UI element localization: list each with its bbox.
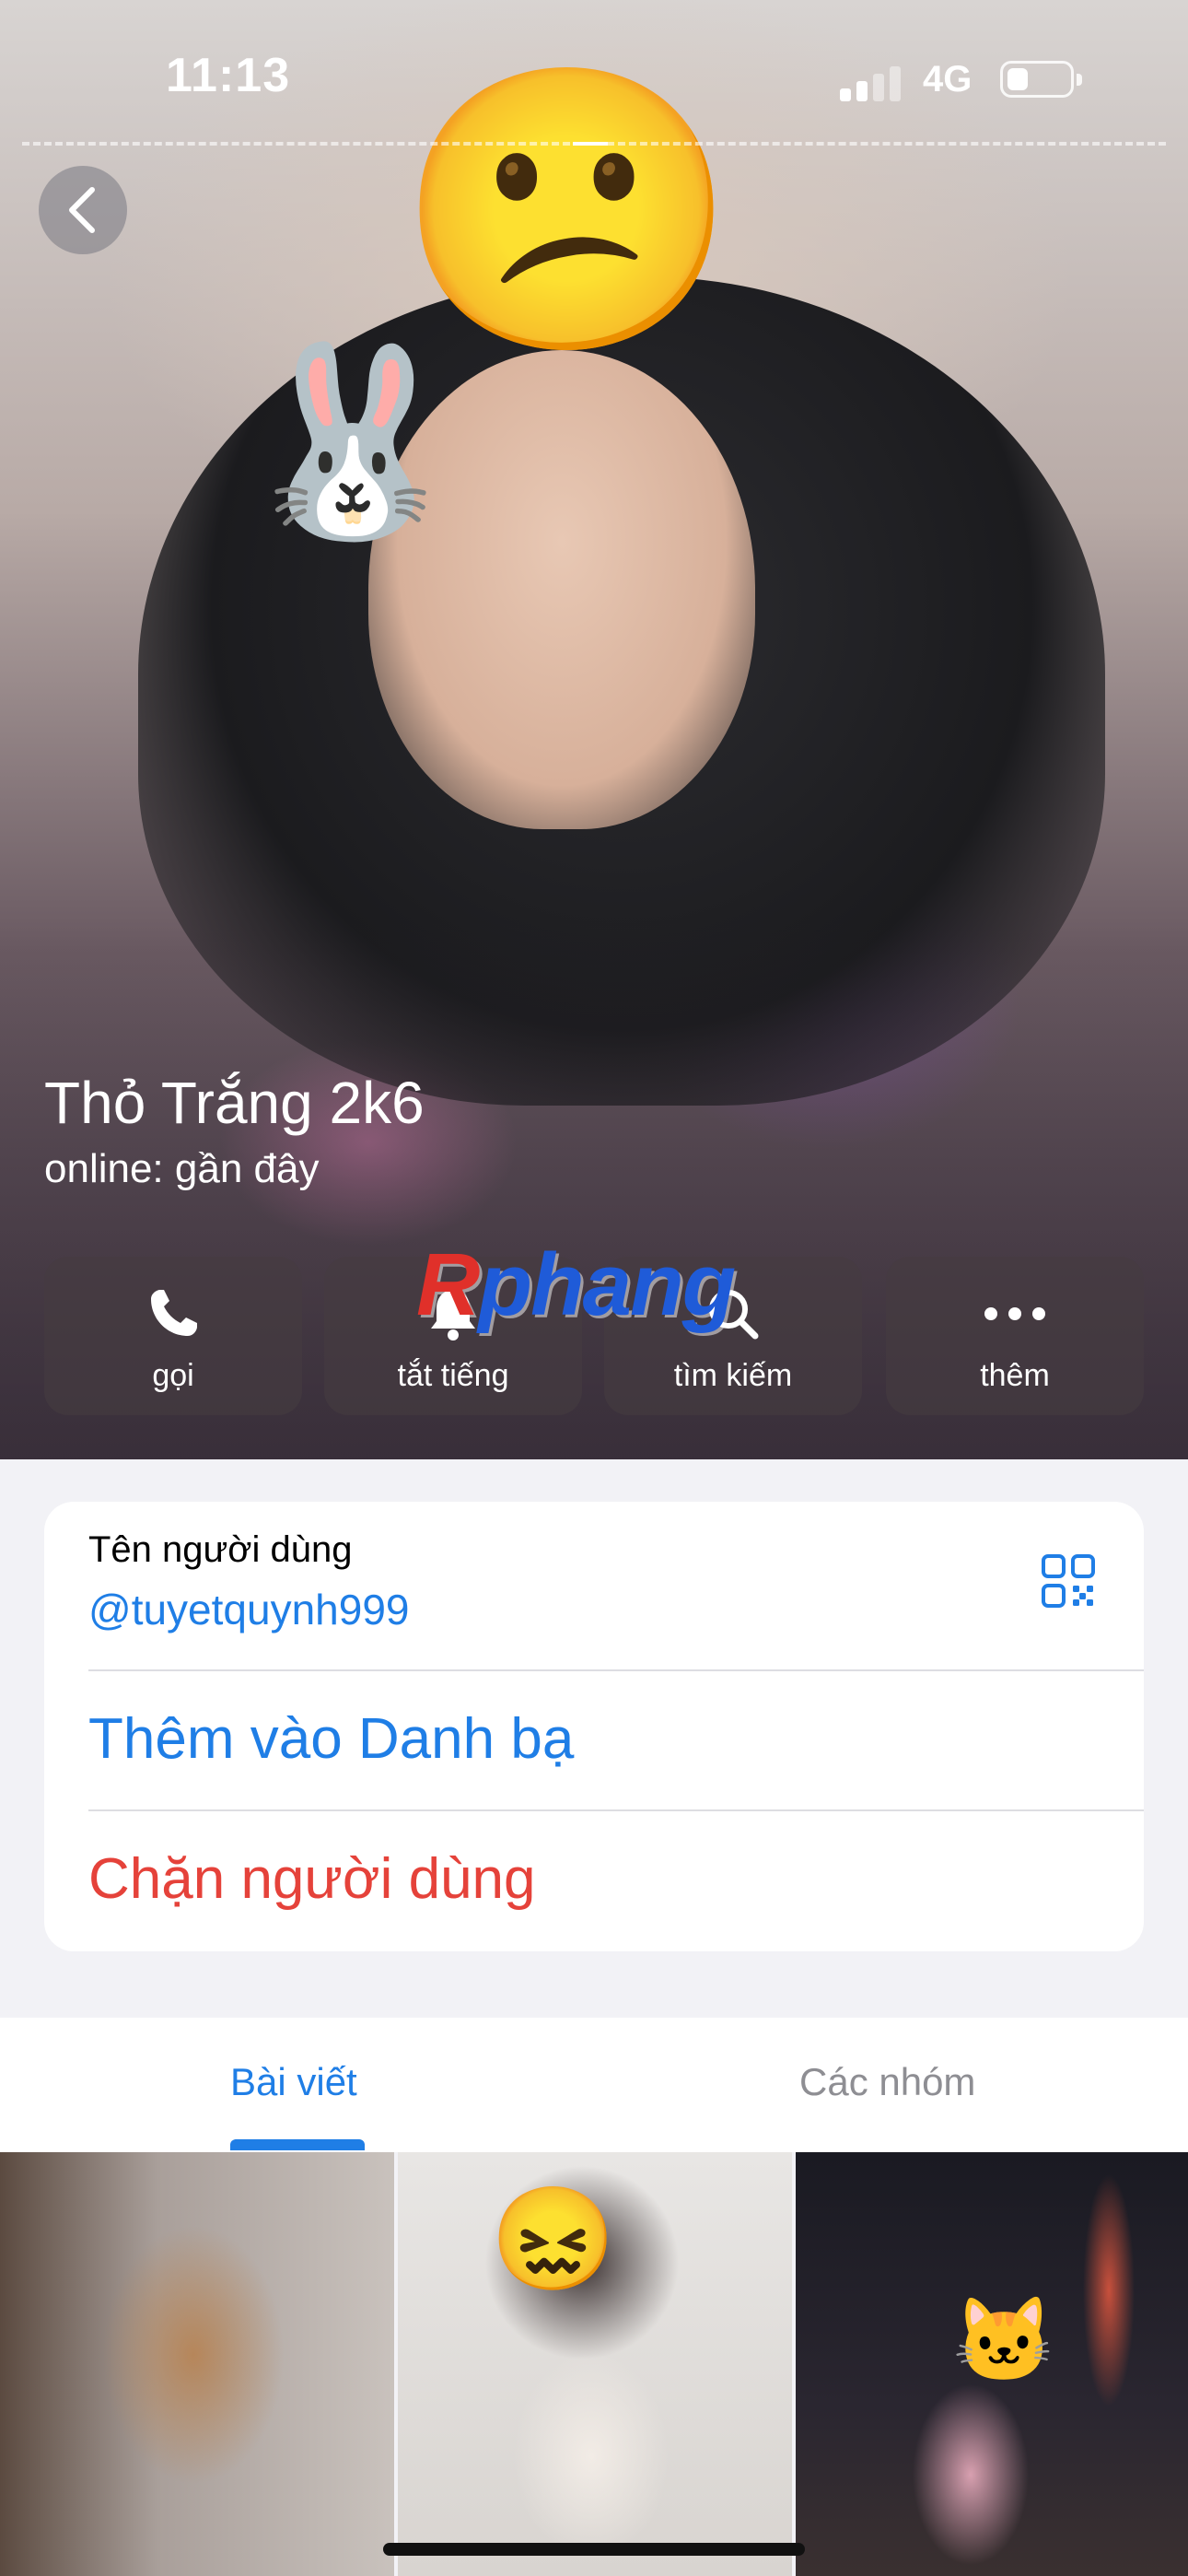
post-thumbnail[interactable]: 🐱 — [796, 2152, 1188, 2576]
tab-groups[interactable]: Các nhóm — [799, 2060, 975, 2104]
qr-code-icon[interactable] — [1041, 1553, 1096, 1609]
profile-last-seen: online: gần đây — [44, 1146, 320, 1191]
more-label: thêm — [980, 1358, 1050, 1393]
back-button[interactable] — [39, 166, 127, 254]
status-bar: 11:13 4G — [0, 0, 1188, 147]
user-info-card: Tên người dùng @tuyetquynh999 Thêm vào D… — [44, 1502, 1144, 1951]
status-time: 11:13 — [166, 49, 291, 102]
active-tab-indicator — [230, 2139, 365, 2150]
signal-icon — [840, 64, 923, 101]
mute-label: tắt tiếng — [397, 1358, 509, 1393]
profile-tabs: Bài viết Các nhóm — [0, 2018, 1188, 2152]
watermark-logo: Rphang — [416, 1235, 736, 1334]
block-user-button[interactable]: Chặn người dùng — [88, 1846, 536, 1912]
posts-media-grid: 😖 🐱 — [0, 2152, 1188, 2576]
username-label: Tên người dùng — [88, 1529, 353, 1570]
cat-emoji-sticker: 🐱 — [952, 2295, 1056, 2387]
network-type: 4G — [923, 59, 973, 100]
search-label: tìm kiếm — [673, 1358, 793, 1393]
more-button[interactable]: thêm — [886, 1257, 1144, 1415]
call-label: gọi — [152, 1358, 194, 1393]
photo-pager-active-segment — [573, 142, 608, 146]
add-to-contacts-button[interactable]: Thêm vào Danh bạ — [88, 1706, 574, 1772]
tab-posts[interactable]: Bài viết — [230, 2060, 357, 2104]
username-value[interactable]: @tuyetquynh999 — [88, 1585, 410, 1634]
post-thumbnail[interactable] — [0, 2152, 394, 2576]
photo-pager-indicator — [22, 142, 1166, 149]
post-thumbnail[interactable]: 😖 — [398, 2152, 792, 2576]
separator — [88, 1809, 1144, 1811]
profile-name: Thỏ Trắng 2k6 — [44, 1070, 425, 1136]
more-icon — [984, 1307, 1045, 1320]
battery-icon — [1000, 61, 1082, 98]
phone-icon — [151, 1290, 197, 1336]
home-indicator[interactable] — [383, 2543, 805, 2556]
call-button[interactable]: gọi — [44, 1257, 302, 1415]
rabbit-emoji-sticker: 🐰 — [237, 339, 467, 544]
confounded-face-emoji-sticker: 😖 — [490, 2183, 616, 2296]
chevron-left-icon — [69, 187, 95, 233]
separator — [88, 1669, 1144, 1671]
